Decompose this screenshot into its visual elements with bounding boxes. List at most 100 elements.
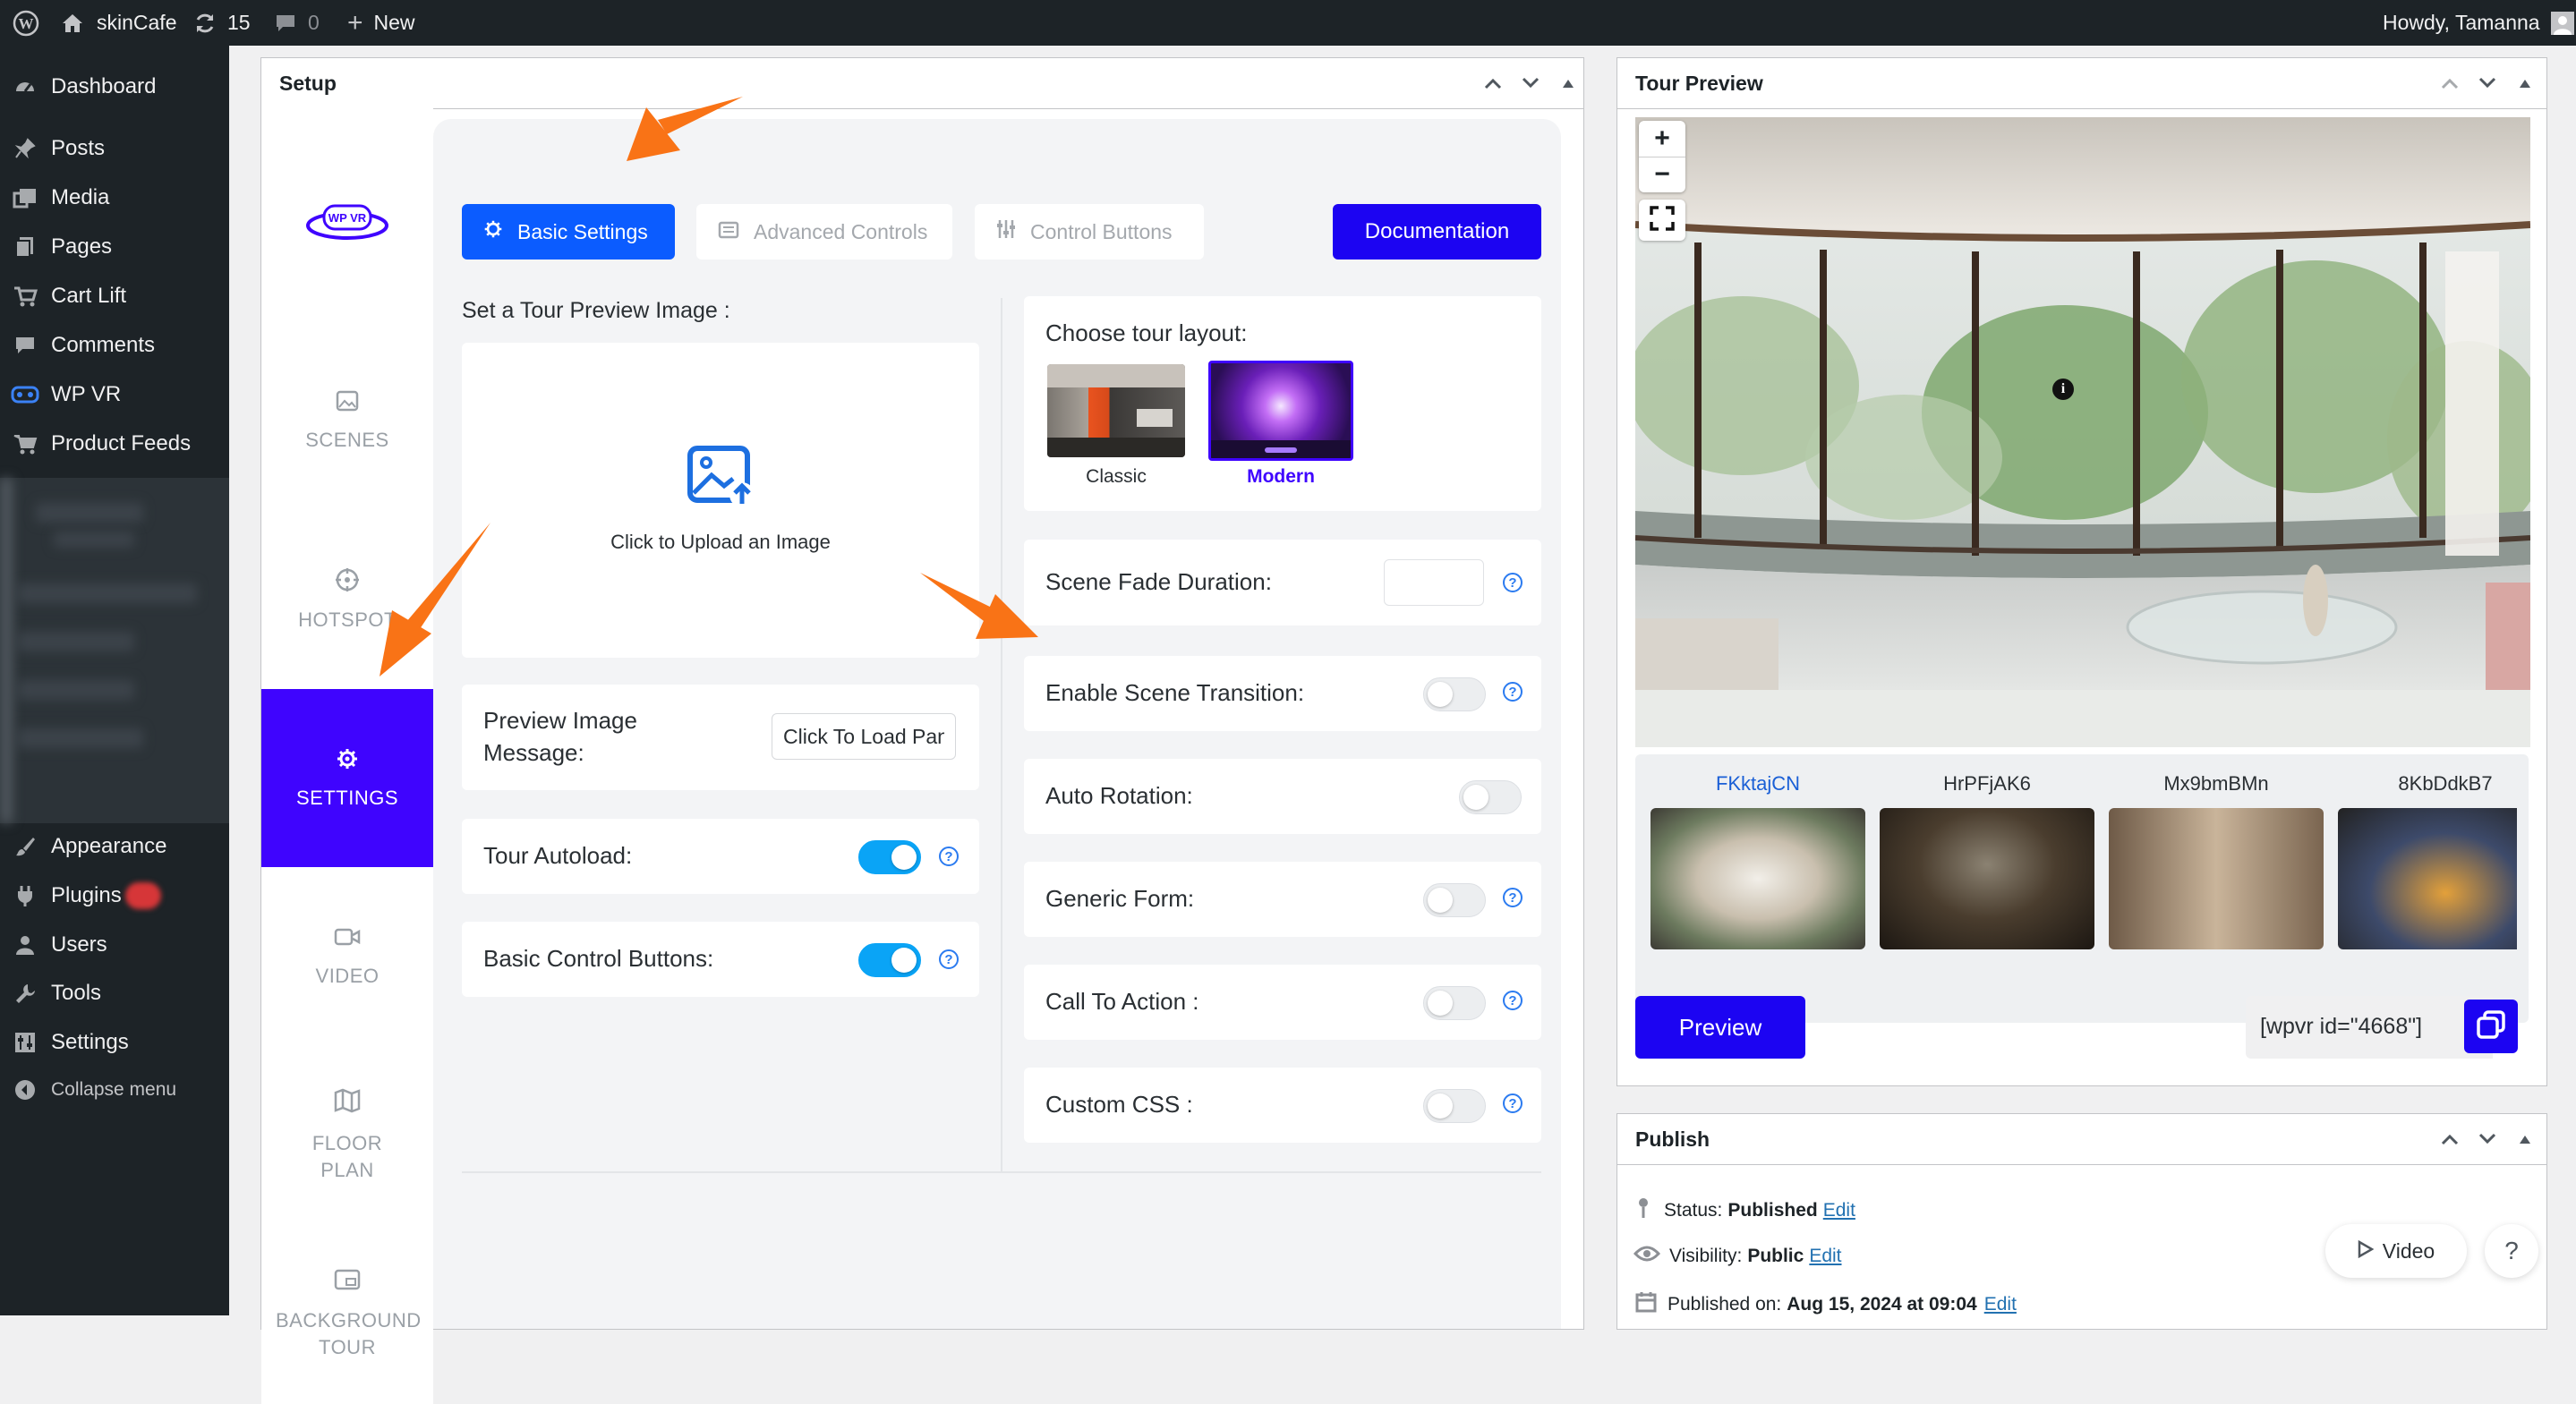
help-icon[interactable]: ? bbox=[1503, 573, 1523, 592]
upload-image-dropzone[interactable]: Click to Upload an Image bbox=[462, 343, 979, 658]
scene-fade-duration-label: Scene Fade Duration: bbox=[1045, 568, 1272, 595]
custom-css-toggle[interactable] bbox=[1423, 1089, 1486, 1123]
layout-modern-thumb[interactable] bbox=[1208, 361, 1353, 461]
play-icon bbox=[2358, 1239, 2375, 1264]
dashboard-icon bbox=[11, 72, 39, 101]
move-up-icon[interactable] bbox=[2437, 1127, 2462, 1152]
preview-button[interactable]: Preview bbox=[1635, 996, 1805, 1059]
preview-message-input[interactable] bbox=[772, 713, 956, 760]
wordpress-logo-icon[interactable]: W bbox=[13, 0, 39, 46]
pin-icon bbox=[1635, 1196, 1651, 1225]
move-up-icon[interactable] bbox=[2437, 71, 2462, 96]
menu-label: Dashboard bbox=[51, 74, 157, 98]
layout-classic-thumb[interactable] bbox=[1047, 364, 1185, 457]
published-label: Published on: bbox=[1668, 1294, 1782, 1315]
zoom-in-label: + bbox=[1654, 123, 1670, 153]
menu-label: Posts bbox=[51, 136, 106, 160]
call-to-action-toggle[interactable] bbox=[1423, 986, 1486, 1020]
help-icon[interactable]: ? bbox=[939, 949, 959, 969]
help-icon[interactable]: ? bbox=[1503, 1093, 1523, 1113]
tab-advanced-controls[interactable]: Advanced Controls bbox=[696, 204, 952, 260]
toggle-panel-icon[interactable] bbox=[2512, 1127, 2538, 1152]
new-content-link[interactable]: + New bbox=[347, 0, 415, 46]
toggle-panel-icon[interactable] bbox=[2512, 71, 2538, 96]
svg-text:W: W bbox=[19, 15, 34, 32]
generic-form-toggle[interactable] bbox=[1423, 883, 1486, 917]
status-edit-link[interactable]: Edit bbox=[1823, 1200, 1855, 1221]
layout-classic-label: Classic bbox=[1086, 466, 1147, 487]
tab-hotspot[interactable]: HOTSPOT bbox=[261, 510, 433, 690]
move-down-icon[interactable] bbox=[2475, 1127, 2500, 1152]
settings-area: Basic Settings Advanced Controls Control… bbox=[433, 119, 1561, 1329]
scene-name: Mx9bmBMn bbox=[2163, 772, 2269, 795]
menu-appearance[interactable]: Appearance bbox=[0, 822, 229, 871]
menu-comments[interactable]: Comments bbox=[0, 321, 229, 370]
toggle-panel-icon[interactable] bbox=[1556, 71, 1581, 96]
help-icon[interactable]: ? bbox=[1503, 991, 1523, 1010]
help-icon[interactable]: ? bbox=[1503, 682, 1523, 702]
scene-thumb[interactable] bbox=[2338, 808, 2517, 949]
scene-fade-duration-input[interactable] bbox=[1384, 559, 1484, 606]
menu-cart-lift[interactable]: Cart Lift bbox=[0, 272, 229, 320]
scene-thumb[interactable] bbox=[1651, 808, 1865, 949]
copy-shortcode-button[interactable] bbox=[2464, 1000, 2518, 1053]
documentation-button[interactable]: Documentation bbox=[1333, 204, 1541, 260]
plus-icon: + bbox=[347, 7, 363, 38]
menu-label: WP VR bbox=[51, 382, 122, 406]
help-button[interactable]: ? bbox=[2485, 1224, 2538, 1278]
move-up-icon[interactable] bbox=[1480, 71, 1506, 96]
menu-label: Settings bbox=[51, 1030, 129, 1054]
help-icon[interactable]: ? bbox=[939, 847, 959, 866]
menu-pages[interactable]: Pages bbox=[0, 223, 229, 271]
move-down-icon[interactable] bbox=[1518, 71, 1543, 96]
info-hotspot-icon[interactable]: i bbox=[2052, 379, 2074, 400]
scene-name: HrPFjAK6 bbox=[1943, 772, 2031, 795]
panorama-viewer[interactable]: + − i bbox=[1635, 117, 2530, 747]
published-edit-link[interactable]: Edit bbox=[1984, 1294, 2017, 1315]
comments-link[interactable]: 0 bbox=[274, 0, 320, 46]
updates-link[interactable]: 15 bbox=[193, 0, 251, 46]
enable-scene-transition-toggle[interactable] bbox=[1423, 677, 1486, 711]
tab-basic-settings[interactable]: Basic Settings bbox=[462, 204, 675, 260]
menu-posts[interactable]: Posts bbox=[0, 124, 229, 173]
upload-text: Click to Upload an Image bbox=[610, 531, 831, 553]
tab-background-tour[interactable]: BACKGROUND TOUR bbox=[261, 1225, 433, 1404]
menu-plugins[interactable]: Plugins bbox=[0, 872, 229, 920]
help-icon[interactable]: ? bbox=[1503, 888, 1523, 907]
zoom-out-button[interactable]: − bbox=[1639, 157, 1685, 192]
updates-count: 15 bbox=[227, 11, 251, 34]
tab-video[interactable]: VIDEO bbox=[261, 867, 433, 1047]
video-label: Video bbox=[2382, 1238, 2435, 1263]
tour-autoload-toggle[interactable] bbox=[858, 840, 921, 874]
site-name-link[interactable]: skinCafe bbox=[61, 0, 176, 46]
brush-icon bbox=[11, 832, 39, 861]
column-divider bbox=[1001, 298, 1002, 1173]
menu-tools[interactable]: Tools bbox=[0, 969, 229, 1017]
auto-rotation-toggle[interactable] bbox=[1459, 780, 1522, 814]
menu-media[interactable]: Media bbox=[0, 174, 229, 222]
tab-settings[interactable]: SETTINGS bbox=[261, 689, 433, 868]
tab-control-buttons[interactable]: Control Buttons bbox=[975, 204, 1204, 260]
menu-product-feeds[interactable]: Product Feeds bbox=[0, 420, 229, 468]
menu-users[interactable]: Users bbox=[0, 921, 229, 969]
zoom-in-button[interactable]: + − bbox=[1639, 121, 1685, 192]
tab-floor-plan[interactable]: FLOOR PLAN bbox=[261, 1046, 433, 1226]
menu-label: Cart Lift bbox=[51, 284, 127, 308]
scene-thumb[interactable] bbox=[2109, 808, 2324, 949]
video-help-button[interactable]: Video bbox=[2325, 1224, 2467, 1278]
menu-dashboard[interactable]: Dashboard bbox=[0, 63, 229, 111]
menu-settings[interactable]: Settings bbox=[0, 1018, 229, 1067]
fullscreen-button[interactable] bbox=[1639, 200, 1685, 241]
visibility-value: Public bbox=[1747, 1246, 1804, 1266]
scene-thumb[interactable] bbox=[1880, 808, 2094, 949]
tab-scenes[interactable]: SCENES bbox=[261, 331, 433, 511]
tour-preview-title: Tour Preview bbox=[1635, 71, 1763, 95]
menu-collapse[interactable]: Collapse menu bbox=[0, 1066, 229, 1114]
avatar bbox=[2550, 11, 2574, 35]
basic-control-buttons-toggle[interactable] bbox=[858, 943, 921, 977]
account-menu[interactable]: Howdy, Tamanna bbox=[2383, 0, 2574, 46]
menu-wp-vr[interactable]: WP VR bbox=[0, 370, 229, 419]
move-down-icon[interactable] bbox=[2475, 71, 2500, 96]
menu-label: Media bbox=[51, 185, 110, 209]
visibility-edit-link[interactable]: Edit bbox=[1809, 1246, 1841, 1267]
